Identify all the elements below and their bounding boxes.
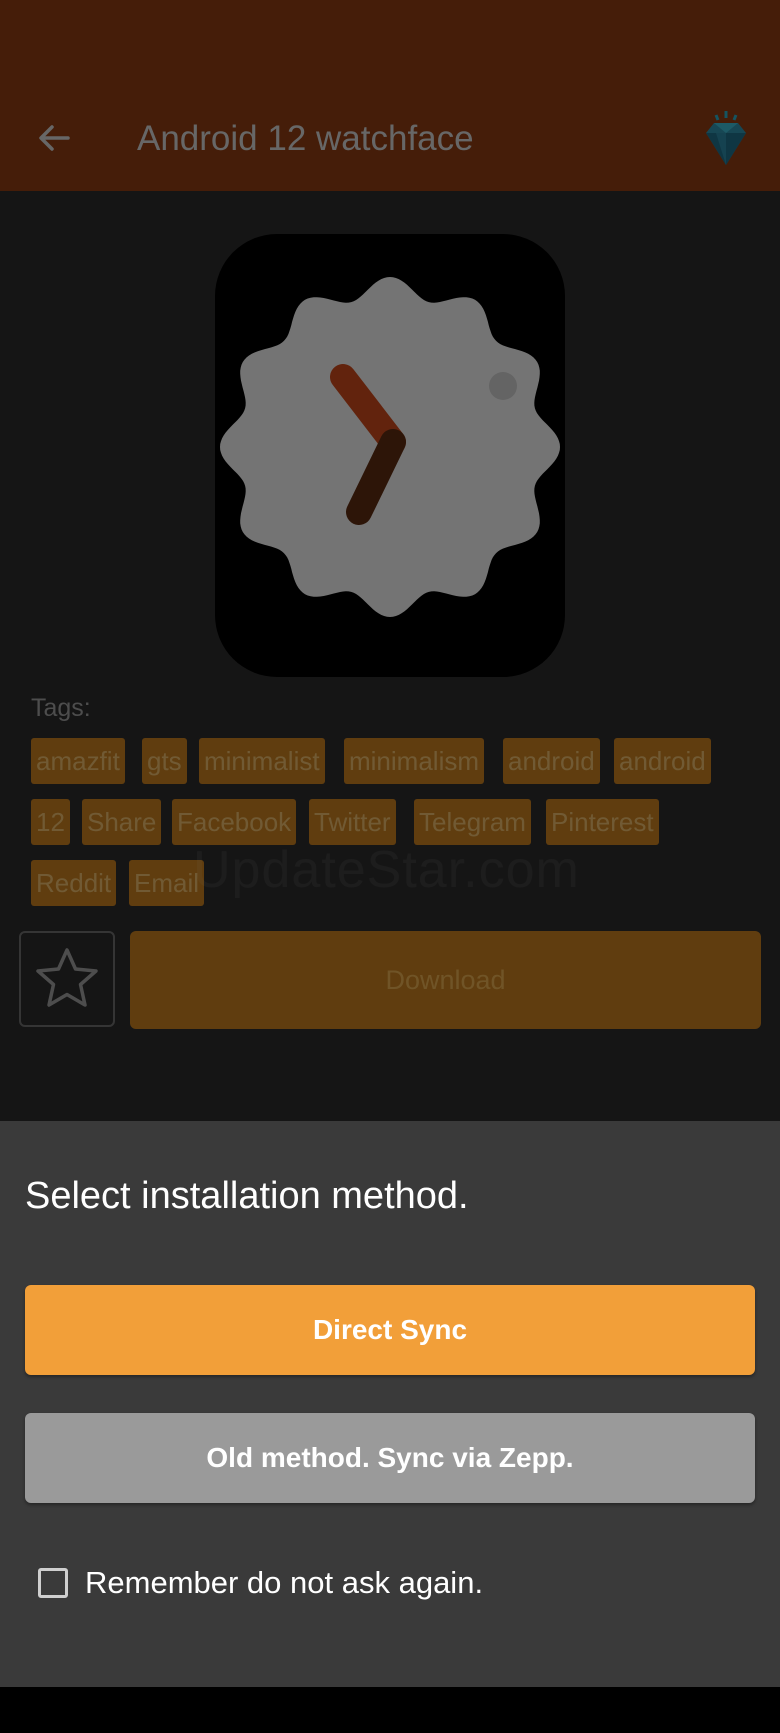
- system-nav-bar: [0, 1687, 780, 1733]
- remember-label: Remember do not ask again.: [85, 1565, 484, 1600]
- scrim-overlay[interactable]: [0, 0, 780, 1121]
- remember-checkbox[interactable]: [38, 1568, 68, 1598]
- installation-method-sheet: Select installation method. Direct Sync …: [0, 1121, 780, 1687]
- sheet-title: Select installation method.: [25, 1175, 469, 1217]
- zepp-sync-button[interactable]: Old method. Sync via Zepp.: [25, 1413, 755, 1503]
- remember-choice[interactable]: Remember do not ask again.: [38, 1565, 483, 1601]
- direct-sync-button[interactable]: Direct Sync: [25, 1285, 755, 1375]
